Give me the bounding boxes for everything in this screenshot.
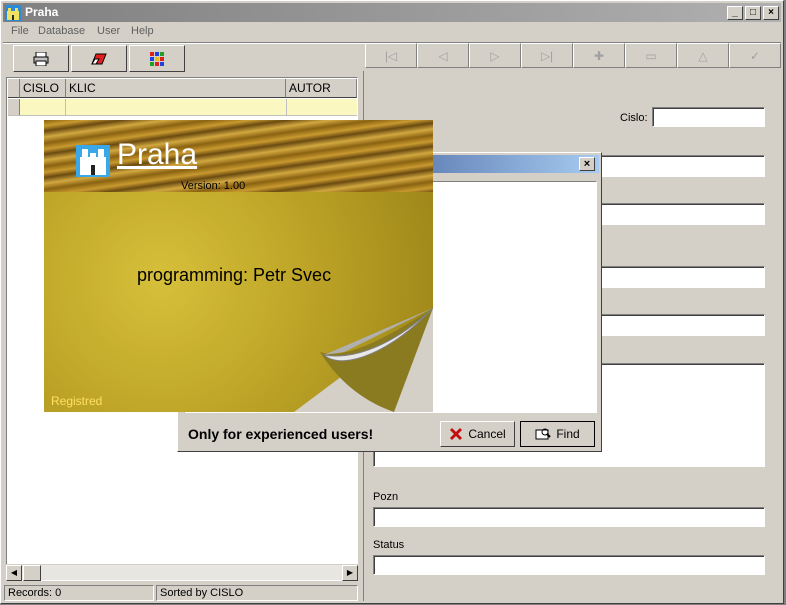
castle-logo-icon: [76, 145, 110, 177]
nav-next-button[interactable]: ▷: [469, 43, 521, 68]
horizontal-scrollbar[interactable]: ◀ ▶: [6, 564, 358, 581]
pozn-field[interactable]: [373, 507, 765, 527]
splash-title: Praha: [117, 138, 198, 171]
grid-indicator-header: [8, 79, 20, 98]
minimize-button[interactable]: _: [727, 6, 743, 20]
table-row[interactable]: [8, 99, 357, 116]
nav-insert-button[interactable]: ✚: [573, 43, 625, 68]
menu-file[interactable]: File: [11, 25, 29, 37]
check-icon: ✓: [749, 48, 761, 63]
last-icon: ▷|: [540, 48, 554, 63]
title-bar: Praha _ □ ×: [3, 3, 781, 22]
filter-button[interactable]: [129, 45, 185, 72]
cell-divider: [65, 99, 66, 115]
edit-icon: △: [698, 48, 708, 63]
dialog-warning: Only for experienced users!: [188, 426, 374, 442]
nav-prior-button[interactable]: ◁: [417, 43, 469, 68]
eraser-icon: [91, 53, 107, 64]
nav-first-button[interactable]: |◁: [365, 43, 417, 68]
scroll-right-icon[interactable]: ▶: [342, 565, 358, 581]
status-records: Records: 0: [4, 585, 154, 601]
scroll-thumb[interactable]: [23, 565, 41, 581]
pozn-label: Pozn: [373, 491, 399, 503]
menu-user[interactable]: User: [97, 25, 120, 37]
status-label: Status: [373, 539, 405, 551]
nav-post-button[interactable]: ✓: [729, 43, 781, 68]
splash-screen: Praha Version: 1.00 programming: Petr Sv…: [44, 120, 433, 412]
first-icon: |◁: [384, 48, 398, 63]
menu-database[interactable]: Database: [38, 25, 85, 37]
splash-version: Version: 1.00: [181, 180, 246, 192]
find-label: Find: [556, 427, 580, 441]
minus-icon: ▭: [645, 48, 657, 63]
column-header-cislo[interactable]: CISLO: [20, 79, 66, 98]
status-field[interactable]: [373, 555, 765, 575]
printer-icon: [33, 51, 49, 66]
cell-divider: [286, 99, 287, 115]
nav-last-button[interactable]: ▷|: [521, 43, 573, 68]
print-button[interactable]: [13, 45, 69, 72]
column-header-autor[interactable]: AUTOR: [286, 79, 357, 98]
prior-icon: ◁: [438, 48, 448, 63]
status-sorted: Sorted by CISLO: [156, 585, 358, 601]
maximize-button[interactable]: □: [745, 6, 761, 20]
nav-delete-button[interactable]: ▭: [625, 43, 677, 68]
cislo-field[interactable]: [652, 107, 765, 127]
next-icon: ▷: [490, 48, 500, 63]
app-castle-icon: [5, 5, 21, 21]
find-button[interactable]: Find: [520, 421, 595, 447]
cancel-button[interactable]: Cancel: [440, 421, 515, 447]
plus-icon: ✚: [593, 48, 605, 63]
row-indicator: [8, 99, 20, 115]
cislo-label: Cislo:: [620, 112, 648, 124]
filter-grid-icon: [150, 51, 164, 66]
column-header-klic[interactable]: KLIC: [66, 79, 286, 98]
dialog-close-button[interactable]: ×: [579, 157, 595, 171]
menu-help[interactable]: Help: [131, 25, 154, 37]
cancel-x-icon: [450, 427, 463, 441]
find-icon: [535, 428, 552, 440]
scroll-left-icon[interactable]: ◀: [6, 565, 22, 581]
splash-registered: Registred: [51, 394, 103, 408]
menu-bar: File Database User Help: [3, 23, 781, 41]
close-button[interactable]: ×: [763, 6, 779, 20]
cancel-label: Cancel: [468, 427, 506, 441]
window-title: Praha: [25, 5, 59, 19]
splash-credits: programming: Petr Svec: [137, 265, 332, 285]
erase-button[interactable]: [71, 45, 127, 72]
nav-edit-button[interactable]: △: [677, 43, 729, 68]
